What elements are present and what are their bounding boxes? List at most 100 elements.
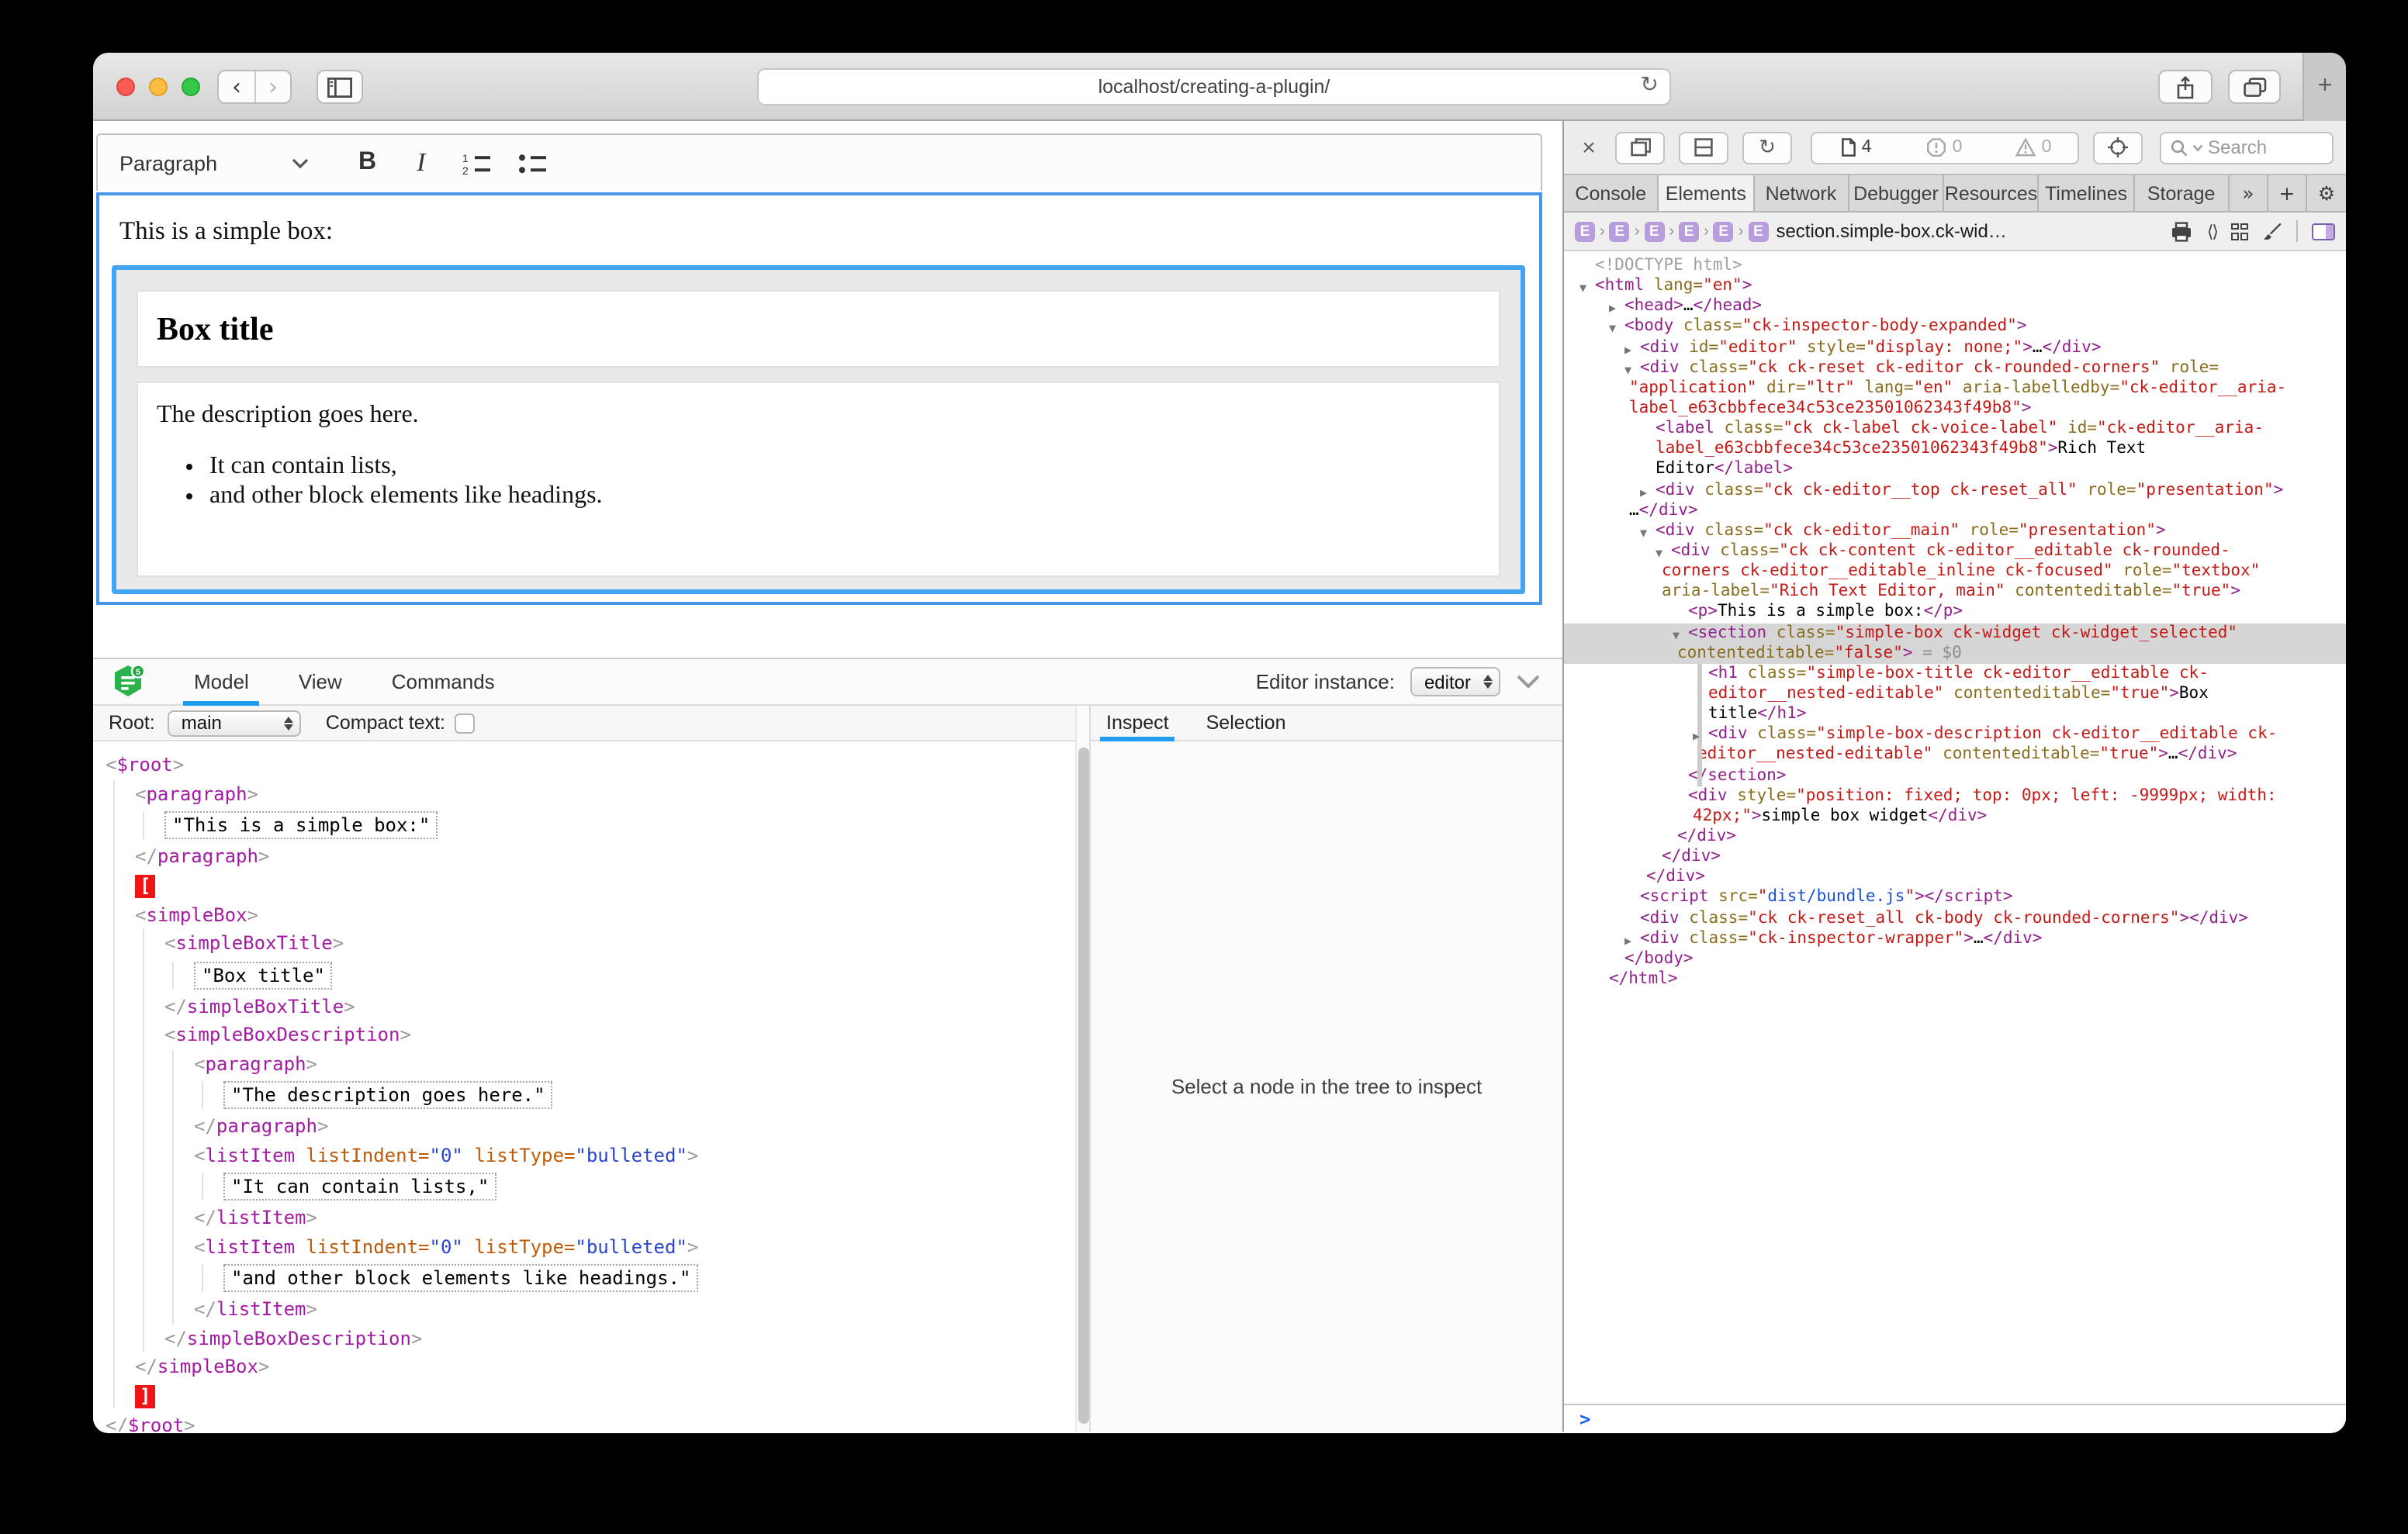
errors-button[interactable]: 0: [1901, 138, 1989, 157]
expanded-triangle-icon[interactable]: ▼: [1579, 278, 1586, 299]
dom-source-line[interactable]: ▶<div class="ck-inspector-wrapper">…</di…: [1564, 928, 2346, 948]
dom-source-line[interactable]: ▼<div class="ck ck-reset ck-editor ck-ro…: [1564, 358, 2346, 378]
model-text-node[interactable]: "and other block elements like headings.…: [223, 1264, 1075, 1292]
simple-box-description-field[interactable]: The description goes here. It can contai…: [137, 382, 1500, 577]
model-element-open-tag[interactable]: <paragraph>: [135, 779, 1075, 808]
model-text-node[interactable]: "Box title": [194, 961, 1075, 989]
close-devtools-button[interactable]: ×: [1576, 134, 1601, 161]
dom-source-line[interactable]: </html>: [1564, 969, 2346, 990]
dom-tree-source[interactable]: <!DOCTYPE html>▼<html lang="en">▶<head>……: [1564, 251, 2346, 1404]
dom-source-line[interactable]: title</h1>: [1564, 704, 2346, 724]
tab-storage[interactable]: Storage: [2134, 175, 2230, 211]
model-element-open-tag[interactable]: <simpleBoxTitle>: [164, 929, 1075, 958]
element-badge[interactable]: E: [1575, 221, 1595, 241]
model-element-open-tag[interactable]: <listItem listIndent="0" listType="bulle…: [194, 1232, 1075, 1261]
dom-source-line[interactable]: editor__nested-editable" contenteditable…: [1564, 745, 2346, 765]
settings-button[interactable]: ⚙: [2307, 175, 2346, 211]
element-picker-button[interactable]: [2093, 131, 2143, 164]
dom-source-line[interactable]: aria-label="Rich Text Editor, main" cont…: [1564, 582, 2346, 603]
scrollbar-thumb[interactable]: [1078, 748, 1089, 1424]
bulleted-list-button[interactable]: [518, 151, 546, 174]
editor-instance-select[interactable]: editor: [1410, 667, 1500, 696]
dom-source-line[interactable]: <h1 class="simple-box-title ck-editor__e…: [1564, 664, 2346, 684]
model-text-node[interactable]: "This is a simple box:": [164, 811, 1075, 839]
dom-source-line[interactable]: label_e63cbbfece34c53ce23501062343f49b8"…: [1564, 399, 2346, 419]
collapse-inspector-icon[interactable]: [1516, 675, 1541, 689]
dom-source-line[interactable]: Editor</label>: [1564, 460, 2346, 480]
intro-paragraph[interactable]: This is a simple box:: [119, 216, 1539, 247]
tab-view[interactable]: View: [288, 658, 353, 705]
element-badge[interactable]: E: [1679, 221, 1699, 241]
simple-box-title-field[interactable]: Box title: [137, 290, 1500, 368]
styles-brush-icon[interactable]: [2262, 221, 2282, 241]
zoom-window-button[interactable]: [182, 78, 200, 96]
model-element-close-tag[interactable]: </simpleBoxDescription>: [164, 1324, 1075, 1353]
expanded-triangle-icon[interactable]: ▼: [1640, 523, 1647, 544]
tab-commands[interactable]: Commands: [381, 658, 506, 705]
forward-button[interactable]: ›: [254, 71, 290, 102]
close-window-button[interactable]: [116, 78, 135, 96]
italic-button[interactable]: I: [417, 147, 425, 178]
dom-source-line[interactable]: editor__nested-editable" contenteditable…: [1564, 684, 2346, 704]
add-tab-button[interactable]: +: [2268, 175, 2307, 211]
dom-source-line[interactable]: "application" dir="ltr" lang="en" aria-l…: [1564, 378, 2346, 399]
dom-source-line[interactable]: <div style="position: fixed; top: 0px; l…: [1564, 786, 2346, 806]
model-element-open-tag[interactable]: <simpleBox>: [135, 900, 1075, 929]
dom-source-line[interactable]: ▼<div class="ck ck-content ck-editor__ed…: [1564, 541, 2346, 561]
dock-side-button[interactable]: [1679, 131, 1728, 164]
collapsed-triangle-icon[interactable]: ▶: [1624, 930, 1631, 951]
dom-source-line[interactable]: …</div>: [1564, 500, 2346, 520]
tab-selection[interactable]: Selection: [1200, 705, 1292, 741]
model-text-node[interactable]: "It can contain lists,": [223, 1173, 1075, 1201]
dom-source-line[interactable]: corners ck-editor__editable_inline ck-fo…: [1564, 561, 2346, 582]
page-resources-button[interactable]: 4: [1812, 138, 1901, 157]
numbered-list-button[interactable]: 1 2: [462, 151, 490, 174]
collapsed-triangle-icon[interactable]: ▶: [1640, 482, 1647, 503]
dom-source-line[interactable]: <script src="dist/bundle.js"></script>: [1564, 888, 2346, 908]
model-element-close-tag[interactable]: </listItem>: [194, 1295, 1075, 1324]
model-element-close-tag[interactable]: </$root>: [106, 1411, 1075, 1432]
tab-model[interactable]: Model: [183, 658, 260, 705]
new-tab-button[interactable]: +: [2302, 53, 2346, 121]
dom-source-line[interactable]: <!DOCTYPE html>: [1564, 256, 2346, 276]
expanded-triangle-icon[interactable]: ▼: [1624, 359, 1631, 380]
dom-source-line[interactable]: </div>: [1564, 867, 2346, 887]
share-button[interactable]: [2158, 70, 2213, 104]
model-element-open-tag[interactable]: <$root>: [106, 751, 1075, 779]
dom-source-line[interactable]: contenteditable="false"> = $0: [1564, 643, 2346, 663]
dom-source-line[interactable]: ▶<head>…</head>: [1564, 297, 2346, 317]
collapsed-triangle-icon[interactable]: ▶: [1693, 726, 1700, 747]
collapsed-triangle-icon[interactable]: ▶: [1609, 299, 1616, 320]
dom-source-line[interactable]: ▼<body class="ck-inspector-body-expanded…: [1564, 317, 2346, 337]
dom-source-line[interactable]: <label class="ck ck-label ck-voice-label…: [1564, 419, 2346, 439]
model-element-open-tag[interactable]: <simpleBoxDescription>: [164, 1021, 1075, 1049]
dom-source-line[interactable]: ▼<div class="ck ck-editor__main" role="p…: [1564, 521, 2346, 541]
tree-scrollbar[interactable]: [1075, 706, 1091, 1432]
dom-source-line[interactable]: <p>This is a simple box:</p>: [1564, 603, 2346, 623]
sidebar-toggle-button[interactable]: [317, 70, 363, 104]
dom-source-line[interactable]: </div>: [1564, 847, 2346, 867]
tab-debugger[interactable]: Debugger: [1849, 175, 1945, 211]
minimize-window-button[interactable]: [149, 78, 168, 96]
dom-source-line[interactable]: </section>: [1564, 765, 2346, 786]
console-prompt[interactable]: >: [1564, 1404, 2346, 1432]
address-bar[interactable]: localhost/creating-a-plugin/ ↻: [757, 68, 1671, 105]
element-badge[interactable]: E: [1610, 221, 1630, 241]
more-tabs-button[interactable]: »: [2230, 175, 2268, 211]
devtools-search-field[interactable]: Search: [2160, 131, 2334, 164]
print-icon[interactable]: [2171, 221, 2193, 241]
expanded-triangle-icon[interactable]: ▼: [1673, 624, 1680, 645]
selected-element-path[interactable]: section.simple-box.ck-wid…: [1776, 220, 2006, 242]
dom-source-line[interactable]: </div>: [1564, 827, 2346, 847]
warnings-button[interactable]: 0: [1989, 138, 2078, 157]
model-element-close-tag[interactable]: </paragraph>: [135, 842, 1075, 871]
model-element-close-tag[interactable]: </simpleBox>: [135, 1353, 1075, 1381]
compact-text-checkbox[interactable]: [455, 713, 475, 733]
element-badge[interactable]: E: [1748, 221, 1768, 241]
dom-source-line[interactable]: ▼<section class="simple-box ck-widget ck…: [1564, 623, 2346, 643]
element-badge[interactable]: E: [1714, 221, 1734, 241]
tab-elements[interactable]: Elements: [1659, 175, 1755, 211]
dom-source-line[interactable]: ▼<html lang="en">: [1564, 276, 2346, 296]
element-badge[interactable]: E: [1644, 221, 1664, 241]
tab-timelines[interactable]: Timelines: [2040, 175, 2135, 211]
